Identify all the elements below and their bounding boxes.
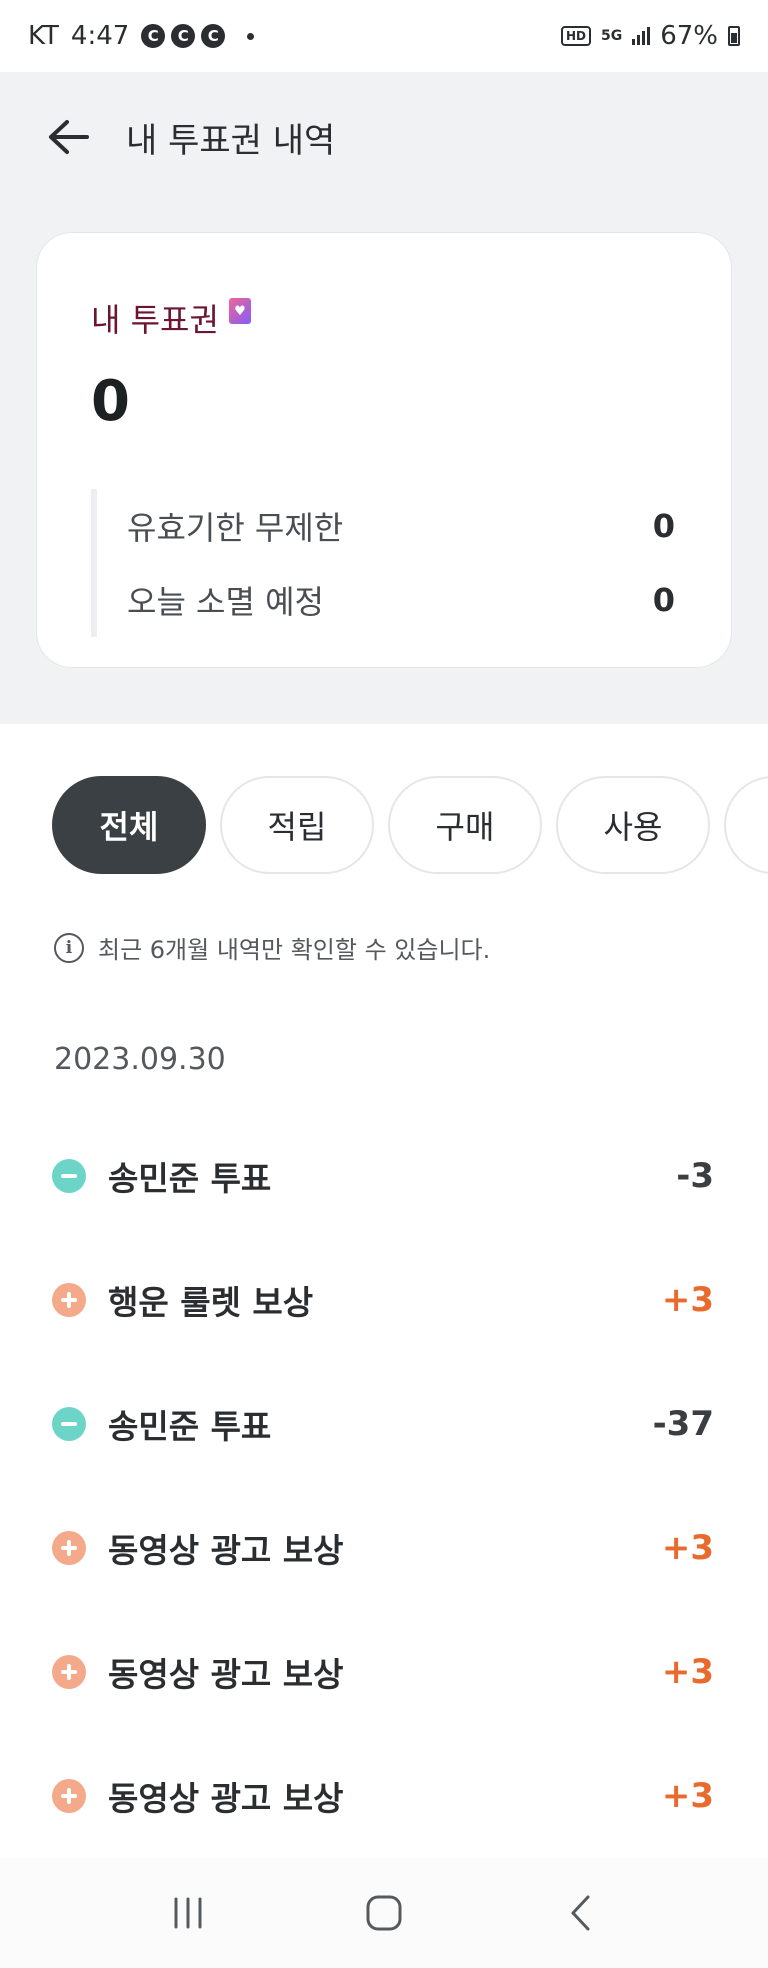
history-item-label: 동영상 광고 보상 [108, 1655, 344, 1694]
history-list: 송민준 투표 -3 행운 룰렛 보상 +3 송민준 투표 -37 동영상 광고 … [52, 1114, 714, 1858]
tab-all[interactable]: 전체 [52, 776, 206, 874]
history-item-amount: +3 [661, 1776, 714, 1816]
history-item-label: 동영상 광고 보상 [108, 1531, 344, 1570]
ticket-heart-icon: ♥ [228, 298, 251, 324]
breakdown-row-expiring-today: 오늘 소멸 예정 0 [127, 563, 679, 637]
filter-tabs: 전체 적립 구매 사용 [52, 776, 768, 874]
ticket-total: 0 [91, 369, 130, 434]
tab-purchased[interactable]: 구매 [388, 776, 542, 874]
notification-c-icon: C [171, 24, 196, 48]
clock: 4:47 [70, 21, 130, 51]
history-item-amount: -3 [676, 1156, 714, 1196]
breakdown-label: 유효기한 무제한 [127, 509, 344, 547]
vote-ticket-summary-card: 내 투표권 ♥ 0 유효기한 무제한 0 오늘 소멸 예정 0 [36, 232, 732, 668]
page-title: 내 투표권 내역 [126, 120, 336, 161]
history-item-amount: +3 [661, 1528, 714, 1568]
tab-more[interactable] [724, 776, 768, 874]
notification-c-icon: C [141, 24, 166, 48]
battery-percent: 67% [660, 21, 718, 51]
history-item-amount: -37 [652, 1404, 714, 1444]
info-icon: i [54, 932, 84, 963]
history-item-amount: +3 [661, 1652, 714, 1692]
plus-circle-icon [52, 1779, 86, 1813]
battery-icon [728, 26, 740, 46]
network-5g-icon: 5G [600, 28, 623, 44]
notification-icons: C C C [141, 24, 226, 48]
breakdown-value: 0 [652, 581, 675, 619]
history-item-amount: +3 [661, 1280, 714, 1320]
app-header: 내 투표권 내역 [0, 72, 768, 202]
list-item: 동영상 광고 보상 +3 [52, 1486, 714, 1610]
tab-earned[interactable]: 적립 [220, 776, 374, 874]
carrier-label: KT [28, 21, 59, 51]
status-left: KT 4:47 C C C [28, 21, 255, 51]
recent-apps-icon[interactable] [148, 1873, 228, 1953]
ticket-breakdown: 유효기한 무제한 0 오늘 소멸 예정 0 [91, 489, 679, 637]
plus-circle-icon [52, 1531, 86, 1565]
history-notice: i 최근 6개월 내역만 확인할 수 있습니다. [54, 930, 490, 965]
history-item-label: 동영상 광고 보상 [108, 1779, 344, 1818]
plus-circle-icon [52, 1283, 86, 1317]
list-item: 행운 룰렛 보상 +3 [52, 1238, 714, 1362]
tab-used[interactable]: 사용 [556, 776, 710, 874]
summary-title: 내 투표권 [91, 301, 219, 339]
list-item: 송민준 투표 -37 [52, 1362, 714, 1486]
list-item: 동영상 광고 보상 +3 [52, 1610, 714, 1734]
history-item-label: 행운 룰렛 보상 [108, 1283, 314, 1322]
history-section: 전체 적립 구매 사용 i 최근 6개월 내역만 확인할 수 있습니다. 202… [0, 724, 768, 1858]
status-bar: KT 4:47 C C C HD 5G 67% [0, 0, 768, 72]
breakdown-row-unlimited: 유효기한 무제한 0 [127, 489, 679, 563]
notification-c-icon: C [201, 24, 226, 48]
plus-circle-icon [52, 1655, 86, 1689]
history-date: 2023.09.30 [54, 1042, 226, 1077]
hd-voice-icon: HD [560, 26, 591, 46]
list-item: 송민준 투표 -3 [52, 1114, 714, 1238]
nav-back-icon[interactable] [540, 1873, 620, 1953]
history-item-label: 송민준 투표 [108, 1159, 272, 1198]
home-icon[interactable] [344, 1873, 424, 1953]
system-nav-bar [0, 1858, 768, 1968]
arrow-left-icon[interactable] [44, 113, 92, 161]
breakdown-label: 오늘 소멸 예정 [127, 583, 324, 621]
minus-circle-icon [52, 1159, 86, 1193]
more-notifications-dot-icon [247, 32, 255, 40]
minus-circle-icon [52, 1407, 86, 1441]
signal-icon [632, 27, 651, 45]
history-item-label: 송민준 투표 [108, 1407, 272, 1446]
notice-text: 최근 6개월 내역만 확인할 수 있습니다. [98, 936, 491, 964]
breakdown-value: 0 [652, 507, 675, 545]
status-right: HD 5G 67% [560, 21, 740, 51]
summary-title-row: 내 투표권 ♥ [91, 295, 251, 341]
list-item: 동영상 광고 보상 +3 [52, 1734, 714, 1858]
